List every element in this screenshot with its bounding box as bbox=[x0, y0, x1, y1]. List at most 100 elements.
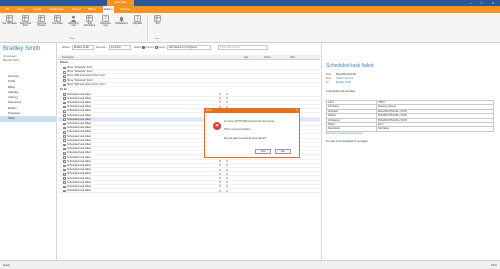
tab-process[interactable]: Process bbox=[119, 6, 131, 13]
checkbox[interactable] bbox=[63, 143, 66, 147]
checkbox[interactable] bbox=[63, 75, 66, 78]
tab-create[interactable]: Create bbox=[32, 6, 42, 13]
from-row: From System Account bbox=[326, 77, 353, 80]
task-intro: A scheduled task has failed bbox=[326, 90, 355, 93]
status-text: Ready bbox=[3, 264, 10, 267]
tab-home[interactable]: Home bbox=[16, 6, 25, 13]
sent-row: Sent 8/11/2024 8:54 AM bbox=[326, 73, 356, 76]
test-button[interactable]: Test bbox=[150, 15, 165, 25]
contact-name: Bradley Smith bbox=[3, 46, 41, 52]
notifications-button[interactable]: Notifications bbox=[114, 15, 129, 25]
details-table: Job #74572 Job Name Reserve process Sched… bbox=[326, 99, 494, 132]
task-description: Show "AIM Instruction Form" Form bbox=[67, 82, 106, 86]
checkbox[interactable] bbox=[63, 66, 66, 70]
dialog-message-2: This is a test exception. bbox=[224, 128, 252, 131]
group-header-todo[interactable]: To do bbox=[58, 88, 320, 92]
zoom-level[interactable]: 100% bbox=[491, 264, 497, 267]
grid-icon bbox=[154, 15, 161, 22]
error-report-link[interactable]: Click here to review an error report bbox=[326, 132, 363, 135]
checkbox[interactable] bbox=[63, 181, 66, 185]
dialog-message-3: Do you want to send an error report? bbox=[224, 137, 267, 140]
direction-select[interactable]: Incoming bbox=[109, 45, 131, 50]
svg-text:?: ? bbox=[104, 17, 107, 22]
column-who[interactable]: Who bbox=[290, 56, 295, 59]
recording-call-label: Recording Call bbox=[68, 23, 79, 27]
column-status[interactable]: Status bbox=[264, 56, 271, 59]
view-select[interactable]: Not Started or In-Progress bbox=[167, 45, 211, 50]
tab-collaborate[interactable]: Collaborate bbox=[48, 6, 64, 13]
flag-icon[interactable]: ⚑ bbox=[219, 190, 221, 194]
checkbox[interactable] bbox=[63, 105, 66, 109]
checkbox[interactable] bbox=[63, 101, 66, 105]
to-link[interactable]: Bradley Smith bbox=[336, 81, 351, 84]
recording-call-button[interactable]: Recording Call bbox=[66, 15, 81, 27]
diagnostic-log-label: Diagnostic Log bbox=[100, 23, 111, 27]
list-item[interactable]: Scheduled task failed ⚑ ✉ bbox=[58, 189, 320, 194]
checkbox[interactable] bbox=[63, 156, 66, 159]
nav-item-tasks[interactable]: Tasks bbox=[0, 116, 57, 122]
checkbox[interactable] bbox=[63, 152, 66, 155]
list-item[interactable]: Show "AIM Instruction Form" Form bbox=[58, 83, 320, 87]
checkbox[interactable] bbox=[63, 118, 66, 122]
checkbox[interactable] bbox=[63, 177, 66, 180]
checkbox[interactable] bbox=[63, 139, 66, 143]
tab-editing[interactable]: Editing bbox=[103, 6, 114, 13]
column-due[interactable]: Due bbox=[244, 56, 248, 59]
tab-extend[interactable]: Extend bbox=[71, 6, 82, 13]
search-input[interactable]: Type: Filter by text bbox=[218, 45, 268, 50]
no-button[interactable]: No bbox=[275, 149, 291, 154]
checkbox[interactable] bbox=[63, 97, 66, 101]
sent-value: 8/11/2024 8:54 AM bbox=[336, 73, 356, 76]
test-check-error-button[interactable]: Test Check Error bbox=[18, 15, 33, 27]
group-header-future[interactable]: Future bbox=[58, 61, 320, 65]
left-nav: Summary Profile Billing Calendar Call Lo… bbox=[0, 74, 57, 122]
task-footer-text: The task is not scheduled for use again. bbox=[326, 140, 369, 143]
tab-file[interactable]: File bbox=[4, 6, 11, 13]
checkbox[interactable] bbox=[63, 70, 66, 74]
test-scheduling-button[interactable]: Test Scheduling bbox=[82, 15, 97, 27]
test-tasks-button[interactable]: Test Tasks bbox=[50, 15, 65, 25]
test-tasks-label: Test Tasks bbox=[52, 23, 63, 25]
checkbox[interactable] bbox=[63, 93, 66, 96]
test-new-process-label: Test New Process bbox=[36, 23, 47, 27]
error-dialog: Error ✕ ✕ An error (HTTP 500) occurred o… bbox=[204, 108, 300, 158]
checkbox[interactable] bbox=[63, 173, 66, 176]
checkbox[interactable] bbox=[63, 168, 66, 172]
tab-billing[interactable]: Billing bbox=[87, 6, 96, 13]
diagnostic-log-button[interactable]: ? Diagnostic Log bbox=[98, 15, 113, 27]
checkbox[interactable] bbox=[63, 189, 66, 193]
status-future-radio[interactable]: Future bbox=[155, 46, 165, 49]
checkbox[interactable] bbox=[63, 83, 66, 87]
checkbox[interactable] bbox=[63, 114, 66, 117]
from-label: From bbox=[326, 77, 332, 80]
test-label: Test bbox=[155, 23, 160, 25]
notifications-label: Notifications bbox=[115, 23, 128, 25]
checkbox[interactable] bbox=[63, 160, 66, 164]
column-description[interactable]: Description bbox=[62, 56, 74, 59]
bell-icon bbox=[119, 16, 124, 22]
from-link[interactable]: System Account bbox=[336, 77, 353, 80]
to-row: To Bradley Smith bbox=[326, 81, 351, 84]
ribbon-tab-bar: File Home Create Collaborate Extend Bill… bbox=[0, 6, 500, 13]
test-upssave-button[interactable]: Test UPSSave bbox=[2, 15, 17, 25]
checkbox[interactable] bbox=[63, 110, 66, 113]
test-new-process-button[interactable]: Test New Process bbox=[34, 15, 49, 27]
checkbox[interactable] bbox=[63, 131, 66, 134]
checkbox[interactable] bbox=[63, 147, 66, 151]
dialog-body: ✕ An error (HTTP 500) occurred on the se… bbox=[205, 113, 299, 157]
checkbox[interactable] bbox=[63, 122, 66, 126]
checkbox[interactable] bbox=[63, 79, 66, 82]
table-row: Description Job failure bbox=[326, 126, 494, 132]
checkbox[interactable] bbox=[63, 126, 66, 130]
detail-key: Description bbox=[326, 126, 377, 132]
grid-icon bbox=[38, 15, 45, 22]
status-current-radio[interactable]: Current bbox=[142, 46, 154, 49]
grid-icon bbox=[54, 15, 61, 22]
upgrader-button[interactable]: ? Upgrader bbox=[130, 15, 145, 25]
checkbox[interactable] bbox=[63, 185, 66, 189]
yes-button[interactable]: Yes bbox=[255, 149, 271, 154]
x-icon: ✕ bbox=[213, 122, 221, 130]
checkbox[interactable] bbox=[63, 135, 66, 138]
whose-select[interactable]: Bradley Smith bbox=[72, 45, 94, 50]
checkbox[interactable] bbox=[63, 164, 66, 168]
